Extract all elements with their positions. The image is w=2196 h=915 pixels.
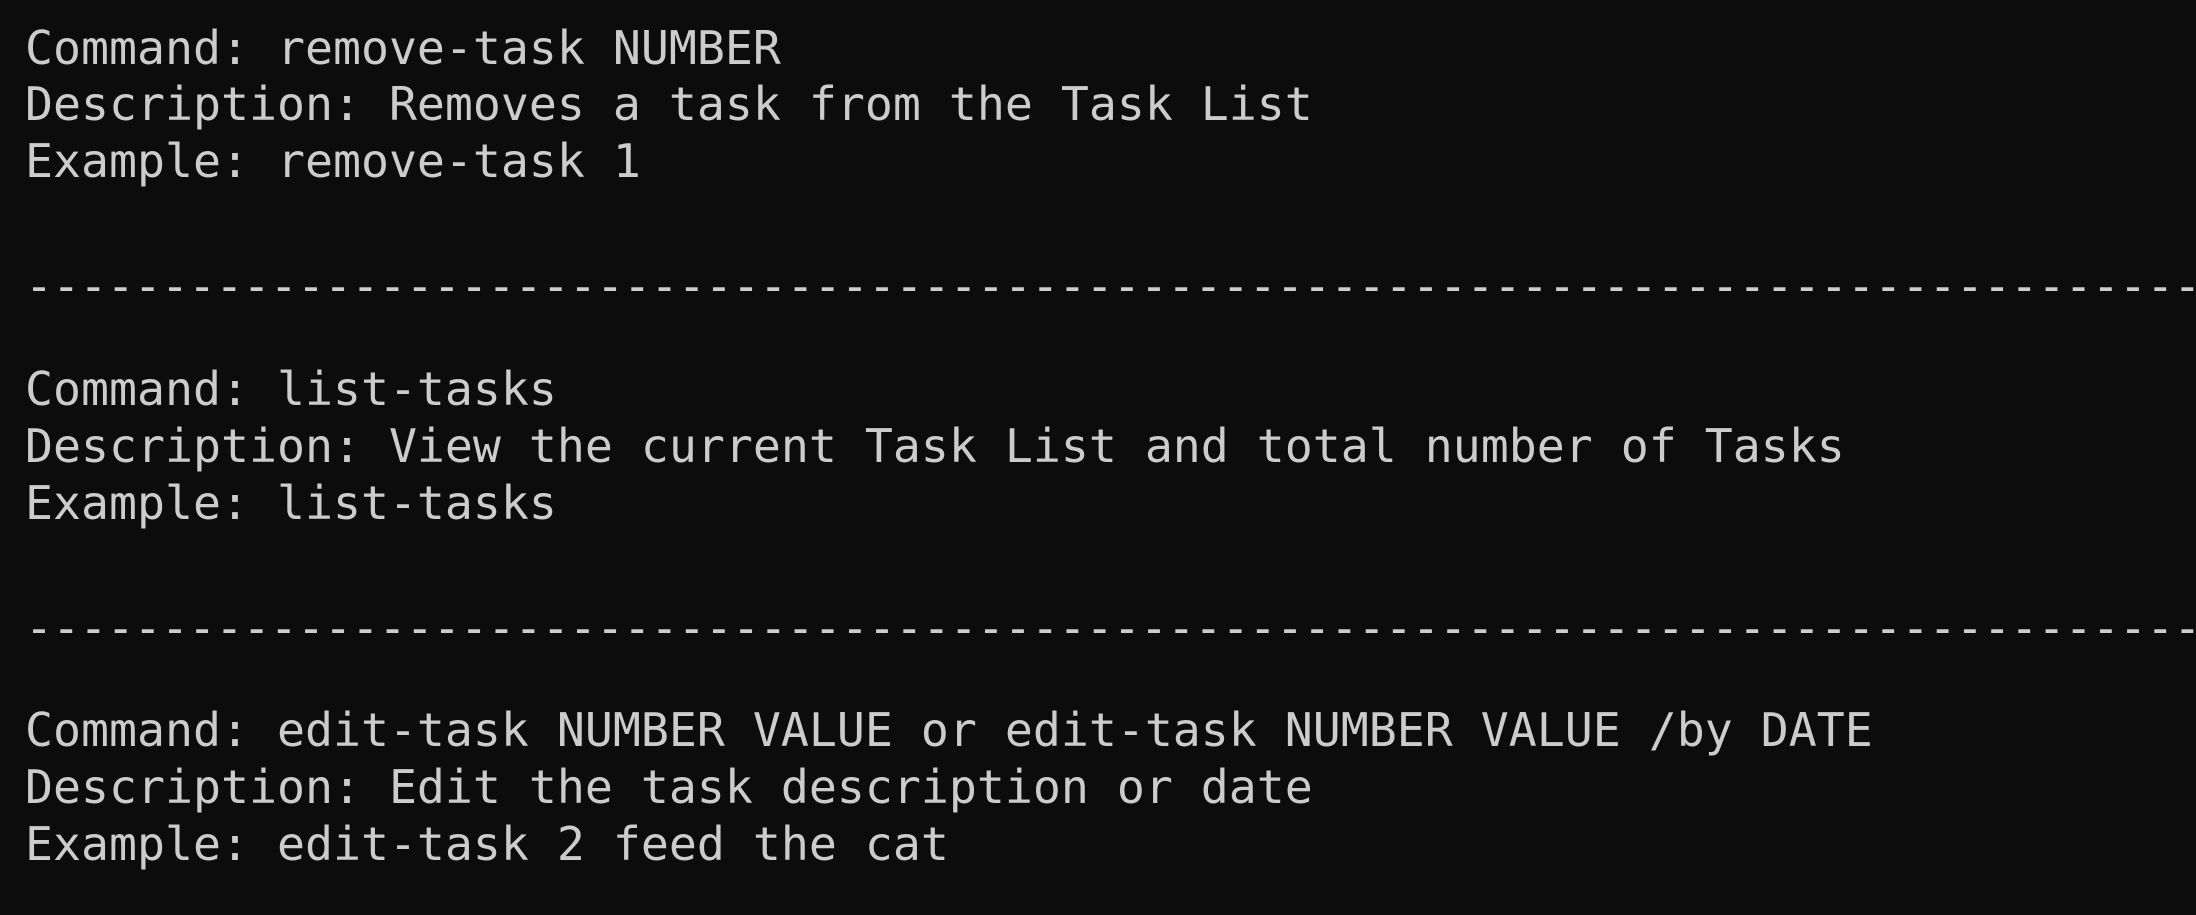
example-line: Example: remove-task 1 bbox=[25, 134, 641, 188]
command-line: Command: list-tasks bbox=[25, 362, 557, 416]
separator-line: ----------------------------------------… bbox=[25, 601, 2196, 655]
description-line: Description: Edit the task description o… bbox=[25, 760, 1313, 814]
example-line: Example: list-tasks bbox=[25, 476, 557, 530]
description-line: Description: View the current Task List … bbox=[25, 419, 1845, 473]
command-line: Command: remove-task NUMBER bbox=[25, 21, 781, 75]
terminal-output: Command: remove-task NUMBER Description:… bbox=[0, 0, 2196, 915]
separator-line: ----------------------------------------… bbox=[25, 259, 2196, 313]
example-line: Example: edit-task 2 feed the cat bbox=[25, 817, 949, 871]
command-line: Command: edit-task NUMBER VALUE or edit-… bbox=[25, 703, 1873, 757]
description-line: Description: Removes a task from the Tas… bbox=[25, 77, 1313, 131]
